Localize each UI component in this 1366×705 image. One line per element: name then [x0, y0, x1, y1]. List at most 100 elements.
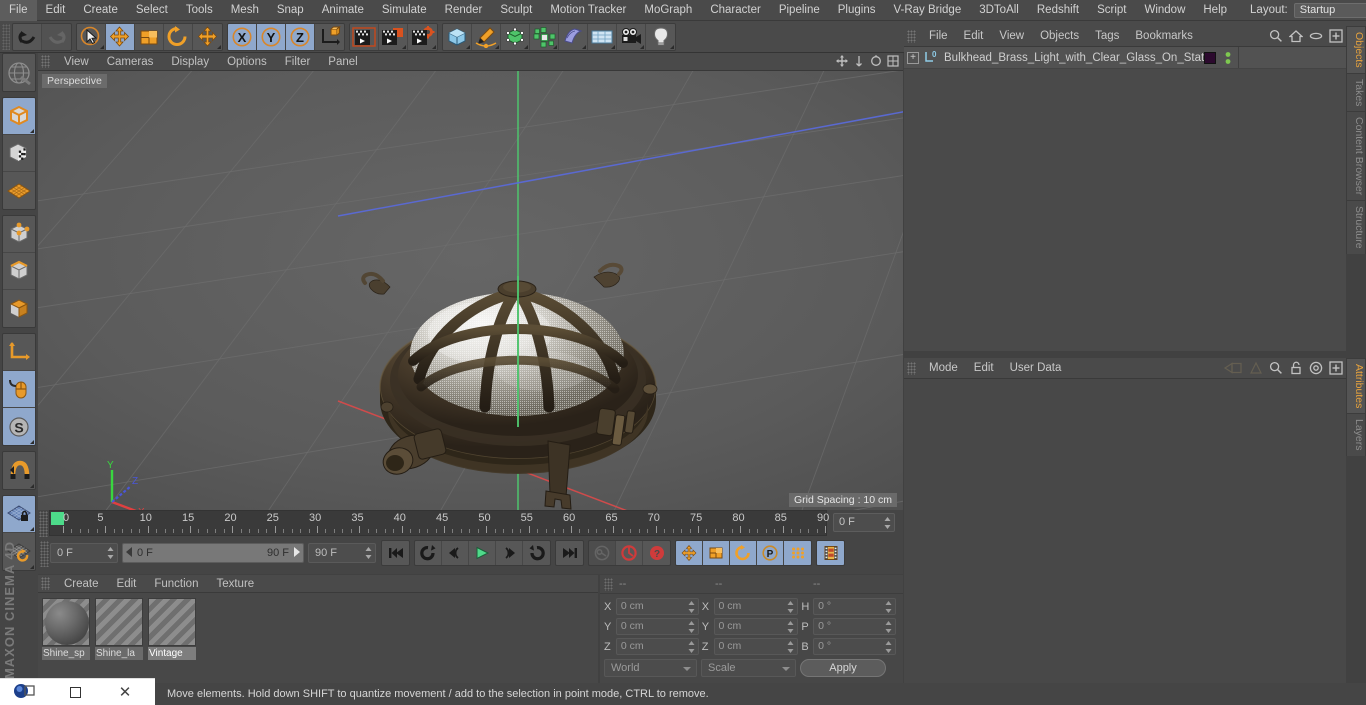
polygons-mode-button[interactable] [3, 290, 35, 327]
next-frame-button[interactable] [496, 541, 523, 565]
coordinates-grip[interactable] [604, 577, 613, 591]
attributes-body[interactable] [904, 379, 1346, 683]
menu-pipeline[interactable]: Pipeline [770, 0, 829, 21]
menu-sculpt[interactable]: Sculpt [491, 0, 541, 21]
tab-objects[interactable]: Objects [1346, 26, 1366, 73]
loop-forward-button[interactable] [523, 541, 550, 565]
menu-3dtoall[interactable]: 3DToAll [970, 0, 1028, 21]
record-position-button[interactable] [676, 541, 703, 565]
autokeying-button[interactable] [616, 541, 643, 565]
soft-selection-button[interactable]: S [3, 408, 35, 445]
range-right-handle-icon[interactable] [292, 546, 301, 560]
attributes-grip[interactable] [907, 361, 916, 375]
undo-button[interactable] [13, 23, 42, 50]
spinner-icon[interactable] [365, 547, 372, 559]
attributes-menu-edit[interactable]: Edit [966, 358, 1002, 379]
menu-plugins[interactable]: Plugins [829, 0, 885, 21]
material-item[interactable]: Shine_sp [42, 598, 90, 678]
material-preview[interactable] [42, 598, 90, 646]
camera-button[interactable] [617, 23, 646, 50]
object-tree[interactable]: + 0 Bulkhead_Brass_Light_with_Clear_Glas… [904, 47, 1346, 351]
apply-button[interactable]: Apply [800, 659, 886, 677]
material-manager-grip[interactable] [41, 577, 50, 590]
menu-create[interactable]: Create [74, 0, 127, 21]
viewport-menu-panel[interactable]: Panel [319, 53, 366, 71]
spinner-icon[interactable] [787, 621, 794, 633]
target-icon[interactable] [1309, 361, 1323, 378]
object-menu-tags[interactable]: Tags [1087, 26, 1127, 47]
search-icon[interactable] [1269, 29, 1283, 46]
zoom-icon[interactable] [853, 55, 865, 70]
coordinate-field-p-3[interactable]: 0 ° [813, 618, 897, 635]
attributes-menu-user-data[interactable]: User Data [1002, 358, 1070, 379]
restore-window-button[interactable] [50, 679, 100, 705]
texture-mode-button[interactable] [3, 135, 35, 172]
array-button[interactable] [530, 23, 559, 50]
arrow-left-icon[interactable] [1223, 361, 1243, 378]
object-row[interactable]: + 0 Bulkhead_Brass_Light_with_Clear_Glas… [904, 47, 1346, 69]
go-to-end-button[interactable] [556, 541, 583, 565]
record-pla-button[interactable]: P [757, 541, 784, 565]
timeline-ruler[interactable]: 0 5 10 15 20 25 30 35 40 45 50 55 60 65 70 75 80 85 90 [49, 510, 829, 536]
viewport-canvas[interactable]: Perspective Grid Spacing : 10 cm Y X Z [38, 71, 903, 510]
object-menu-objects[interactable]: Objects [1032, 26, 1087, 47]
coordinate-system-dropdown[interactable]: World [604, 659, 697, 677]
spinner-icon[interactable] [885, 621, 892, 633]
rotate-button[interactable] [164, 23, 193, 50]
tab-content-browser[interactable]: Content Browser [1346, 111, 1366, 201]
add-cube-button[interactable] [443, 23, 472, 50]
spinner-icon[interactable] [884, 517, 891, 529]
material-menu-create[interactable]: Create [55, 575, 108, 593]
live-selection-button[interactable] [77, 23, 106, 50]
menu-help[interactable]: Help [1194, 0, 1236, 21]
move-duplicate-button[interactable] [193, 23, 222, 50]
coordinate-field-x-2[interactable]: 0 cm [713, 598, 799, 615]
tab-structure[interactable]: Structure [1346, 200, 1366, 254]
menu-select[interactable]: Select [127, 0, 177, 21]
spinner-icon[interactable] [787, 641, 794, 653]
tab-attributes[interactable]: Attributes [1346, 358, 1366, 414]
menu-edit[interactable]: Edit [37, 0, 75, 21]
close-window-button[interactable]: ✕ [100, 679, 150, 705]
object-axis-button[interactable] [3, 334, 35, 371]
coordinate-field-h-3[interactable]: 0 ° [813, 598, 897, 615]
object-tag-dots-icon[interactable] [1224, 51, 1232, 68]
object-color-swatch[interactable] [1204, 52, 1216, 64]
lock-icon[interactable] [1289, 361, 1303, 378]
edges-mode-button[interactable] [3, 253, 35, 290]
keyframe-mode-button[interactable] [817, 541, 844, 565]
layout-dropdown[interactable]: Startup [1293, 2, 1366, 18]
spinner-icon[interactable] [107, 547, 114, 559]
light-button[interactable] [646, 23, 675, 50]
coordinate-field-z-1[interactable]: 0 cm [615, 638, 699, 655]
viewport-menu-display[interactable]: Display [162, 53, 218, 71]
lock-z-button[interactable]: Z [286, 23, 315, 50]
menu-animate[interactable]: Animate [313, 0, 373, 21]
render-settings-button[interactable] [408, 23, 437, 50]
toolbar-grip[interactable] [2, 23, 10, 50]
redo-button[interactable] [42, 23, 71, 50]
coordinate-field-b-3[interactable]: 0 ° [813, 638, 897, 655]
menu-tools[interactable]: Tools [177, 0, 222, 21]
add-spline-button[interactable] [472, 23, 501, 50]
ellipse-icon[interactable] [1309, 29, 1323, 46]
timeline-range-slider[interactable]: 0 F 90 F [122, 543, 304, 563]
previous-frame-button[interactable] [442, 541, 469, 565]
play-backwards-loop-button[interactable] [415, 541, 442, 565]
menu-window[interactable]: Window [1135, 0, 1194, 21]
model-mode-button[interactable] [3, 98, 35, 135]
world-object-coord-button[interactable] [315, 23, 344, 50]
spinner-icon[interactable] [885, 601, 892, 613]
plus-box-icon[interactable] [1329, 29, 1343, 46]
scale-button[interactable] [135, 23, 164, 50]
plus-box-icon[interactable] [1329, 361, 1343, 378]
coordinate-field-y-2[interactable]: 0 cm [713, 618, 799, 635]
object-menu-view[interactable]: View [991, 26, 1032, 47]
material-menu-edit[interactable]: Edit [108, 575, 146, 593]
points-mode-button[interactable] [3, 216, 35, 253]
object-manager-grip[interactable] [907, 29, 916, 43]
preview-end-field[interactable]: 90 F [308, 543, 376, 563]
menu-script[interactable]: Script [1088, 0, 1135, 21]
scene-floor-button[interactable] [588, 23, 617, 50]
spinner-icon[interactable] [885, 641, 892, 653]
